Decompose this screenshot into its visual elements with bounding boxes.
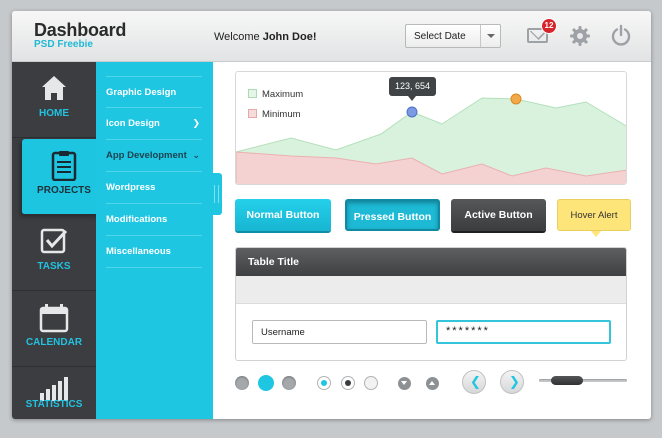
chevron-up-icon[interactable] xyxy=(426,377,439,390)
submenu-label: Modifications xyxy=(106,214,168,225)
submenu-item-icon-design[interactable]: Icon Design ❯ xyxy=(106,108,202,140)
normal-button[interactable]: Normal Button xyxy=(235,199,331,231)
username-field[interactable]: Username xyxy=(252,320,427,344)
table-row xyxy=(236,276,626,304)
home-icon xyxy=(42,76,66,100)
submenu-item-wordpress[interactable]: Wordpress xyxy=(106,172,202,204)
welcome-prefix: Welcome xyxy=(214,31,263,43)
nav-item-projects[interactable]: PROJECTS xyxy=(22,139,100,215)
nav-label-statistics: STATISTICS xyxy=(25,399,83,410)
pagination-dot[interactable] xyxy=(235,376,249,390)
chevron-left-icon: ❮ xyxy=(470,374,481,389)
clipboard-icon xyxy=(51,151,77,181)
nav-label-home: HOME xyxy=(39,108,69,119)
submenu-label: Graphic Design xyxy=(106,87,177,98)
date-select-label: Select Date xyxy=(414,31,466,42)
submenu-item-graphic-design[interactable]: Graphic Design xyxy=(106,76,202,108)
legend-label-minimum: Minimum xyxy=(262,109,301,120)
chevron-down-icon[interactable] xyxy=(398,377,411,390)
nav-label-tasks: TASKS xyxy=(37,261,71,272)
prev-button[interactable]: ❮ xyxy=(462,370,486,394)
active-button[interactable]: Active Button xyxy=(451,199,546,231)
chevron-down-icon: ⌄ xyxy=(192,150,200,160)
dashboard-frame: Dashboard PSD Freebie Welcome John Doe! … xyxy=(12,11,651,419)
data-point-blue[interactable] xyxy=(406,106,418,118)
nav-item-statistics[interactable]: STATISTICS xyxy=(12,367,96,419)
app-subtitle: PSD Freebie xyxy=(34,39,93,50)
radio-selected-dark[interactable] xyxy=(341,376,355,390)
submenu-label: Icon Design xyxy=(106,118,160,129)
submenu-collapse-handle[interactable] xyxy=(210,173,222,215)
next-button[interactable]: ❯ xyxy=(500,370,524,394)
welcome-text: Welcome John Doe! xyxy=(214,31,316,43)
data-point-orange[interactable] xyxy=(510,93,522,105)
submenu-label: Miscellaneous xyxy=(106,246,171,257)
radio-unselected[interactable] xyxy=(364,376,378,390)
radio-selected-blue[interactable] xyxy=(317,376,331,390)
nav-item-home[interactable]: HOME xyxy=(12,62,96,138)
submenu-item-miscellaneous[interactable]: Miscellaneous xyxy=(106,236,202,268)
nav-label-projects: PROJECTS xyxy=(37,185,91,196)
submenu-label: Wordpress xyxy=(106,182,156,193)
hover-alert: Hover Alert xyxy=(557,199,631,237)
table-panel: Table Title Username ******* xyxy=(235,247,627,361)
app-title: Dashboard xyxy=(34,20,127,40)
legend-minimum: Minimum xyxy=(248,109,301,120)
chevron-right-icon: ❯ xyxy=(192,118,200,128)
legend-label-maximum: Maximum xyxy=(262,89,304,100)
date-select[interactable]: Select Date xyxy=(405,24,501,48)
calendar-icon xyxy=(39,304,69,333)
legend-swatch-minimum xyxy=(248,109,257,118)
area-chart: Maximum Minimum 123, 654 xyxy=(235,71,627,185)
sidebar-nav: HOME PROJECTS TASKS CALENDAR STATISTICS xyxy=(12,62,100,419)
chevron-right-icon: ❯ xyxy=(509,374,520,389)
welcome-user: John Doe! xyxy=(262,31,317,43)
gear-icon[interactable] xyxy=(569,25,591,47)
nav-label-calendar: CALENDAR xyxy=(25,337,83,348)
legend-maximum: Maximum xyxy=(248,89,303,100)
pagination-dot[interactable] xyxy=(282,376,296,390)
submenu-label: App Development xyxy=(106,150,187,161)
notification-badge[interactable]: 12 xyxy=(542,19,556,33)
submenu-item-modifications[interactable]: Modifications xyxy=(106,204,202,236)
power-icon[interactable] xyxy=(610,24,632,46)
slider-handle[interactable] xyxy=(551,376,583,385)
submenu-panel: Graphic Design Icon Design ❯ App Developm… xyxy=(96,62,213,419)
pagination-dot-active[interactable] xyxy=(258,375,274,391)
nav-item-tasks[interactable]: TASKS xyxy=(12,215,96,291)
chevron-down-icon[interactable] xyxy=(480,25,500,47)
nav-item-calendar[interactable]: CALENDAR xyxy=(12,291,96,367)
header-bar: Dashboard PSD Freebie Welcome John Doe! … xyxy=(12,11,651,62)
chart-tooltip: 123, 654 xyxy=(389,77,436,101)
legend-swatch-maximum xyxy=(248,89,257,98)
table-title: Table Title xyxy=(236,248,626,276)
password-field[interactable]: ******* xyxy=(436,320,611,344)
pressed-button[interactable]: Pressed Button xyxy=(345,199,440,231)
submenu-item-app-development[interactable]: App Development ⌄ xyxy=(106,140,202,172)
checkbox-icon xyxy=(40,228,68,254)
